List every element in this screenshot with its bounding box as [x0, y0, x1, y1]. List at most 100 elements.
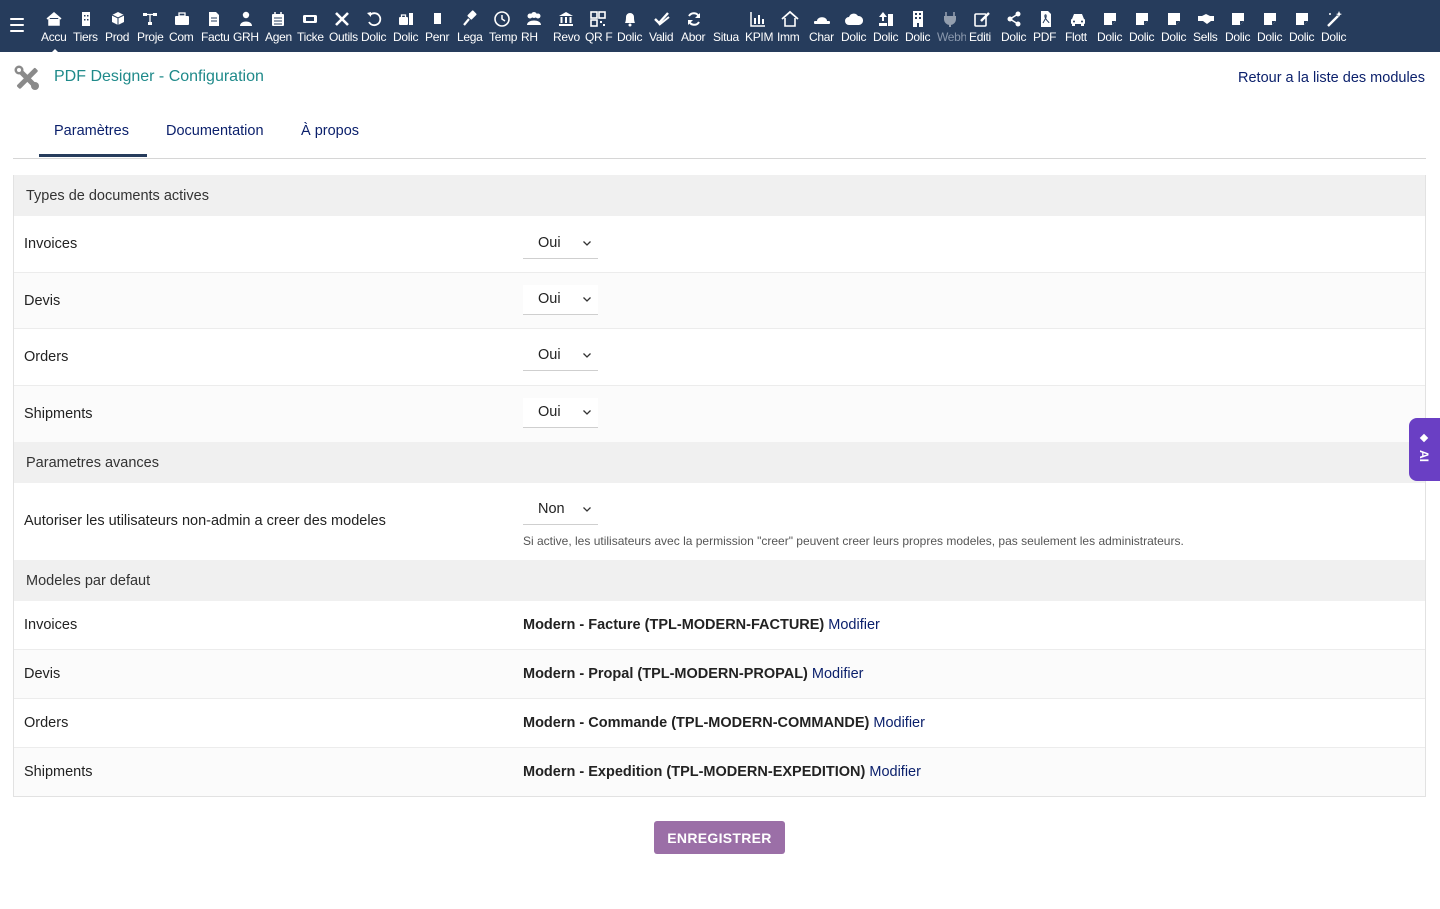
modify-template-link[interactable]: Modifier [873, 715, 925, 731]
menu-item-label: Dolic [361, 30, 387, 44]
note-icon [1254, 10, 1286, 28]
qrcode-icon [582, 10, 614, 28]
menu-item-dolic[interactable]: Dolic [1286, 6, 1318, 48]
back-to-modules-link[interactable]: Retour a la liste des modules [1238, 70, 1425, 86]
menu-item-label: Penr [425, 30, 450, 44]
menu-item-sells[interactable]: Sells [1190, 6, 1222, 48]
menu-item-label: QR F [585, 30, 613, 44]
house-icon [774, 10, 806, 28]
devis-enabled-select[interactable]: Oui [523, 285, 598, 315]
sync-icon [678, 10, 710, 28]
menu-item-outils[interactable]: Outils [326, 6, 358, 48]
menu-item-label: Dolic [1097, 30, 1123, 44]
menu-item-dolic[interactable]: Dolic [902, 6, 934, 48]
modify-template-link[interactable]: Modifier [828, 617, 880, 633]
menu-item-situa[interactable]: Situa [710, 6, 742, 48]
menu-item-kpim[interactable]: KPIM [742, 6, 774, 48]
menu-item-factu[interactable]: Factu [198, 6, 230, 48]
menu-item-agen[interactable]: Agen [262, 6, 294, 48]
template-name: Modern - Propal (TPL-MODERN-PROPAL) [523, 666, 808, 682]
note-icon [1222, 10, 1254, 28]
calendar-icon [262, 10, 294, 28]
menu-item-accu[interactable]: Accu [38, 6, 70, 54]
menu-item-com[interactable]: Com [166, 6, 198, 48]
menu-item-revo[interactable]: Revo [550, 6, 582, 48]
menu-item-label: Valid [649, 30, 674, 44]
section-title: Modeles par defaut [26, 572, 151, 589]
menu-item-dolic[interactable]: Dolic [390, 6, 422, 48]
menu-item-grh[interactable]: GRH [230, 6, 262, 48]
modify-template-link[interactable]: Modifier [869, 764, 921, 780]
menu-item-dolic[interactable]: Dolic [1318, 6, 1350, 48]
chevron-down-icon [583, 297, 591, 302]
car-icon [1062, 10, 1094, 28]
tab-parametres[interactable]: Paramètres [39, 123, 147, 157]
setting-label: Orders [24, 715, 69, 731]
menu-item-penr[interactable]: Penr [422, 6, 454, 48]
menu-item-proje[interactable]: Proje [134, 6, 166, 48]
modify-template-link[interactable]: Modifier [812, 666, 864, 682]
menu-item-temp[interactable]: Temp [486, 6, 518, 48]
menu-item-dolic[interactable]: Dolic [1126, 6, 1158, 48]
menu-item-dolic[interactable]: Dolic [1254, 6, 1286, 48]
menu-item-flott[interactable]: Flott [1062, 6, 1094, 48]
orders-enabled-select[interactable]: Oui [523, 341, 598, 371]
page-title: PDF Designer - Configuration [54, 68, 264, 85]
menu-item-dolic[interactable]: Dolic [870, 6, 902, 48]
tab-a-propos[interactable]: À propos [301, 123, 359, 139]
setting-row-shipments: Shipments Oui [14, 386, 1425, 442]
menu-item-label: Dolic [905, 30, 931, 44]
shipments-enabled-select[interactable]: Oui [523, 398, 598, 428]
setting-label: Shipments [24, 764, 93, 780]
menu-item-editi[interactable]: Editi [966, 6, 998, 48]
menu-item-dolic[interactable]: Dolic [1094, 6, 1126, 48]
section-title: Types de documents actives [26, 187, 209, 204]
config-panel: Types de documents actives Invoices Oui … [13, 175, 1426, 797]
menu-item-pdf[interactable]: PDF [1030, 6, 1062, 48]
menu-item-imm[interactable]: Imm [774, 6, 806, 48]
setting-label: Autoriser les utilisateurs non-admin a c… [24, 513, 386, 529]
chevron-down-icon [583, 410, 591, 415]
menu-item-dolic[interactable]: Dolic [358, 6, 390, 48]
menu-item-webh[interactable]: Webh [934, 6, 966, 48]
section-title: Parametres avances [26, 454, 159, 471]
menu-item-lega[interactable]: Lega [454, 6, 486, 48]
menu-item-prod[interactable]: Prod [102, 6, 134, 48]
menu-item-char[interactable]: Char [806, 6, 838, 48]
menu-item-abor[interactable]: Abor [678, 6, 710, 48]
menu-item-label: Editi [969, 30, 991, 44]
menu-item-dolic[interactable]: Dolic [998, 6, 1030, 48]
save-button[interactable]: ENREGISTRER [654, 821, 785, 854]
menu-item-dolic[interactable]: Dolic [1158, 6, 1190, 48]
menu-item-ticke[interactable]: Ticke [294, 6, 326, 48]
menu-item-dolic[interactable]: Dolic [614, 6, 646, 48]
menu-item-label: Prod [105, 30, 130, 44]
menu-item-label: Dolic [1161, 30, 1187, 44]
setting-help-text: Si active, les utilisateurs avec la perm… [523, 534, 1184, 548]
plug-icon [934, 10, 966, 28]
menu-item-dolic[interactable]: Dolic [838, 6, 870, 48]
menu-item-label: Revo [553, 30, 580, 44]
menu-item-valid[interactable]: Valid [646, 6, 678, 48]
hamburger-menu-icon[interactable] [10, 18, 24, 32]
chevron-down-icon [583, 507, 591, 512]
non-admin-create-select[interactable]: Non [523, 495, 598, 525]
invoices-enabled-select[interactable]: Oui [523, 229, 598, 259]
cloud-icon [838, 10, 870, 28]
menu-item-rh[interactable]: RH [518, 6, 550, 48]
menu-item-qr-f[interactable]: QR F [582, 6, 614, 48]
ai-assistant-tab[interactable]: AI [1409, 418, 1440, 481]
gavel-icon [454, 10, 486, 28]
menu-item-tiers[interactable]: Tiers [70, 6, 102, 48]
menu-item-dolic[interactable]: Dolic [1222, 6, 1254, 48]
building-icon [70, 10, 102, 28]
setting-row-devis: Devis Oui [14, 273, 1425, 329]
tab-documentation[interactable]: Documentation [166, 123, 264, 139]
template-name: Modern - Expedition (TPL-MODERN-EXPEDITI… [523, 764, 866, 780]
chevron-down-icon [583, 241, 591, 246]
sitemap-icon [134, 10, 166, 28]
top-menu-bar: Accu Tiers Prod Proje Com Factu GRH Agen Ticke Ou… [0, 0, 1440, 54]
invoice-icon [198, 10, 230, 28]
menu-item-label: Dolic [1129, 30, 1155, 44]
template-name: Modern - Commande (TPL-MODERN-COMMANDE) [523, 715, 870, 731]
